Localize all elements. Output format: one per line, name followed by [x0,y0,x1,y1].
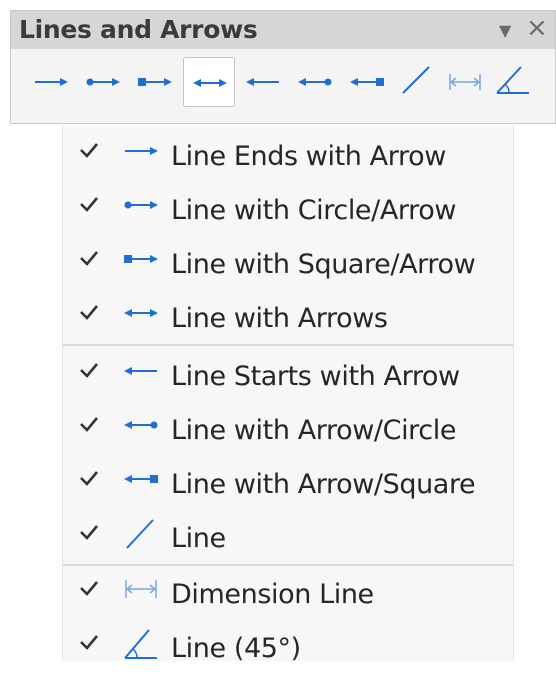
line-with-arrows-tool[interactable] [183,57,235,107]
menu-item-label: Line Starts with Arrow [171,361,460,392]
checkmark-icon [80,143,98,158]
line-starts-arrow-icon [246,78,279,86]
checkmark-icon [80,581,98,596]
line-starts-arrow-icon [124,367,157,375]
line-arrow-square-icon [350,78,384,86]
menu-item-label: Line with Square/Arrow [171,249,476,280]
menu-item-label: Line with Arrow/Square [171,469,476,500]
line-45-icon [124,629,157,659]
line-circle-arrow-icon [86,78,120,86]
line-arrow-circle-icon [124,421,158,429]
menu-item-line-starts-with-arrow[interactable]: Line Starts with Arrow [63,348,513,402]
checkmark-icon [80,417,98,432]
line-arrow-square-tool[interactable] [341,57,393,107]
menu-separator [63,344,513,346]
menu-item-label: Line with Circle/Arrow [171,195,457,226]
line-tool[interactable] [391,57,443,107]
checkmark-icon [80,305,98,320]
line-ends-with-arrow-tool[interactable] [25,57,77,107]
menu-item-dimension-line[interactable]: Dimension Line [63,566,513,620]
menu-item-label: Line with Arrows [171,303,388,334]
menu-item-label: Line with Arrow/Circle [171,415,457,446]
menu-item-label: Dimension Line [171,579,374,610]
line-circle-arrow-tool[interactable] [77,57,129,107]
panel-titlebar[interactable]: Lines and Arrows ▼ × [11,11,555,49]
line-arrow-circle-tool[interactable] [289,57,341,107]
dimension-line-icon [125,580,157,598]
line-45-tool[interactable] [487,57,539,107]
line-square-arrow-icon [138,78,172,86]
menu-item-line-ends-with-arrow[interactable]: Line Ends with Arrow [63,128,513,182]
menu-item-label: Line Ends with Arrow [171,141,446,172]
menu-item-line-circle-arrow[interactable]: Line with Circle/Arrow [63,182,513,236]
menu-item-line-arrow-square[interactable]: Line with Arrow/Square [63,456,513,510]
line-circle-arrow-icon [124,201,158,209]
menu-item-line-with-arrows[interactable]: Line with Arrows [63,290,513,344]
checkmark-icon [80,525,98,540]
lines-arrows-visible-buttons-menu: Line Ends with Arrow Line with Circle/Ar… [62,126,514,664]
lines-and-arrows-panel: Lines and Arrows ▼ × [10,10,556,124]
menu-item-line-square-arrow[interactable]: Line with Square/Arrow [63,236,513,290]
line-square-arrow-icon [124,255,158,263]
panel-close-icon[interactable]: × [526,13,548,43]
line-arrows-icon [124,309,158,317]
panel-menu-arrow-icon[interactable]: ▼ [499,21,511,40]
checkmark-icon [80,635,98,650]
dimension-line-icon [449,74,481,90]
line-45-icon [496,66,529,94]
panel-title: Lines and Arrows [19,15,258,44]
checkmark-icon [80,251,98,266]
menu-item-line-45[interactable]: Line (45°) [63,620,513,674]
line-arrow-square-icon [124,475,158,483]
line-square-arrow-tool[interactable] [129,57,181,107]
lines-arrows-toolbar [25,51,555,111]
line-arrow-circle-icon [298,78,332,86]
menu-item-label: Line [171,523,226,554]
dimension-line-tool[interactable] [439,57,491,107]
checkmark-icon [80,471,98,486]
menu-item-line-arrow-circle[interactable]: Line with Arrow/Circle [63,402,513,456]
line-icon [126,519,154,549]
checkmark-icon [80,363,98,378]
line-icon [402,66,430,94]
line-ends-arrow-icon [35,78,68,86]
line-ends-arrow-icon [125,147,158,155]
checkmark-icon [80,197,98,212]
line-arrows-icon [193,79,227,87]
line-starts-with-arrow-tool[interactable] [237,57,289,107]
menu-item-line[interactable]: Line [63,510,513,564]
menu-item-label: Line (45°) [171,633,301,664]
